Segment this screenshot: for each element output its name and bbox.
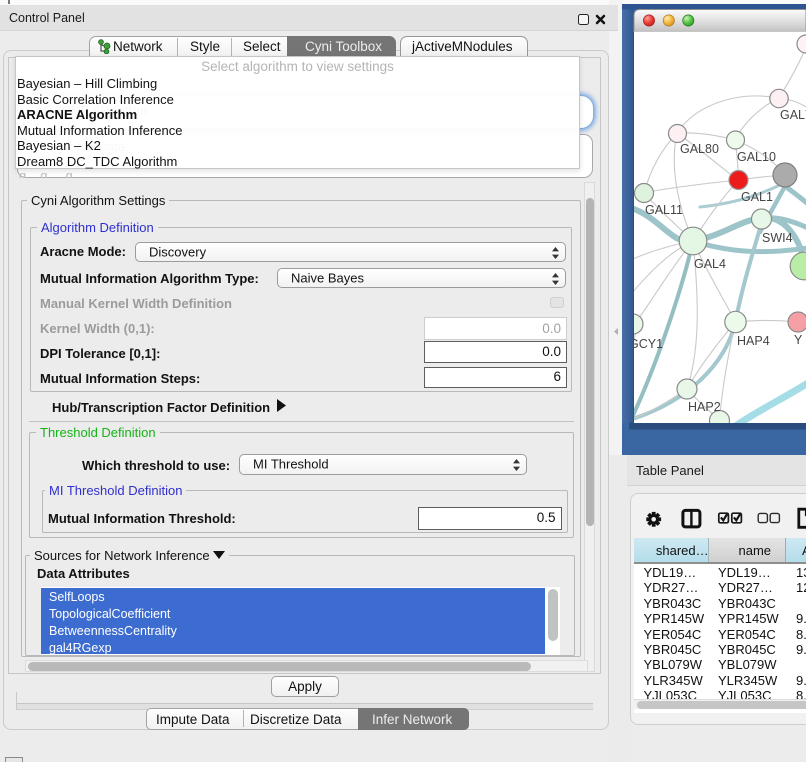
svg-text:GAL1: GAL1 xyxy=(741,190,773,204)
svg-text:HAP4: HAP4 xyxy=(737,334,770,348)
svg-text:GAL4: GAL4 xyxy=(694,257,726,271)
svg-text:GCY1: GCY1 xyxy=(629,337,663,351)
svg-text:Y: Y xyxy=(794,333,803,347)
svg-text:GAL10: GAL10 xyxy=(737,150,776,164)
svg-text:GAL11: GAL11 xyxy=(645,203,683,217)
svg-text:GAL80: GAL80 xyxy=(680,142,719,156)
svg-text:GAL7: GAL7 xyxy=(780,108,806,122)
svg-text:HAP2: HAP2 xyxy=(688,400,721,414)
svg-text:SWI4: SWI4 xyxy=(762,231,793,245)
